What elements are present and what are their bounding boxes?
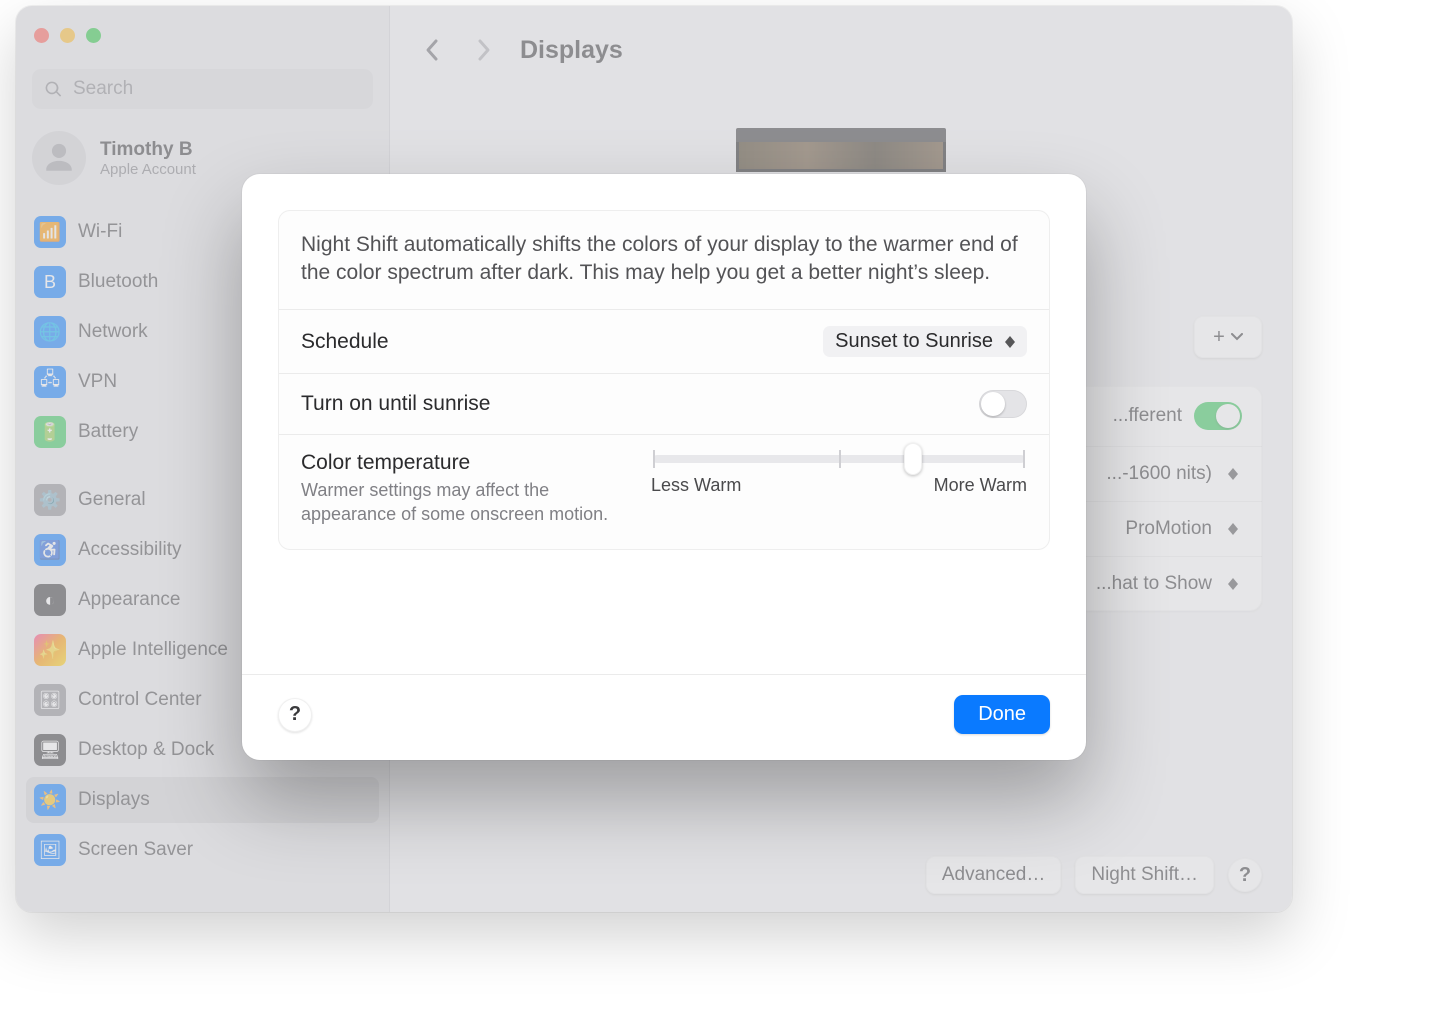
done-button[interactable]: Done: [954, 695, 1050, 734]
schedule-label: Schedule: [301, 330, 389, 354]
night-shift-panel: Night Shift automatically shifts the col…: [278, 210, 1050, 550]
slider-tick: [839, 450, 841, 468]
sheet-help-button[interactable]: ?: [278, 698, 312, 732]
schedule-value: Sunset to Sunrise: [835, 330, 993, 353]
schedule-row: Schedule Sunset to Sunrise: [279, 310, 1049, 374]
color-temperature-row: Color temperature Warmer settings may af…: [279, 435, 1049, 549]
night-shift-explanation: Night Shift automatically shifts the col…: [279, 211, 1049, 310]
schedule-popup[interactable]: Sunset to Sunrise: [823, 326, 1027, 357]
slider-label-less-warm: Less Warm: [651, 475, 741, 496]
slider-thumb[interactable]: [904, 443, 922, 475]
slider-tick: [653, 450, 655, 468]
color-temperature-slider[interactable]: [653, 455, 1025, 463]
system-settings-window: Search Timothy B Apple Account 📶Wi-FiBBl…: [16, 6, 1292, 912]
turn-on-label: Turn on until sunrise: [301, 392, 490, 416]
sheet-footer: ? Done: [242, 674, 1086, 760]
slider-label-more-warm: More Warm: [934, 475, 1027, 496]
turn-on-row: Turn on until sunrise: [279, 374, 1049, 435]
chevron-updown-icon: [1001, 331, 1019, 353]
slider-tick: [1023, 450, 1025, 468]
turn-on-until-sunrise-toggle[interactable]: [979, 390, 1027, 418]
color-temperature-description: Warmer settings may affect the appearanc…: [301, 479, 621, 527]
night-shift-sheet: Night Shift automatically shifts the col…: [242, 174, 1086, 760]
color-temperature-label: Color temperature: [301, 451, 621, 475]
